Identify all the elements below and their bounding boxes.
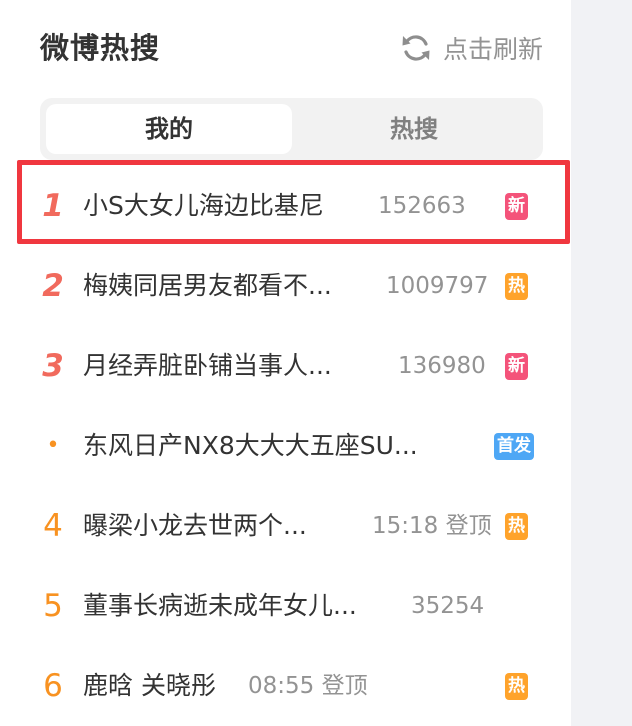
item-title: 梅姨同居男友都看不... bbox=[83, 271, 332, 300]
badge-debut: 首发 bbox=[494, 433, 534, 460]
item-heat: 1009797 bbox=[386, 273, 489, 299]
tab-bar: 我的 热搜 bbox=[40, 98, 543, 160]
item-time: 08:55 登顶 bbox=[248, 673, 368, 699]
rank-number: 4 bbox=[43, 508, 63, 544]
list-item[interactable]: 5 董事长病逝未成年女儿... 35254 bbox=[0, 566, 571, 646]
item-title: 鹿晗 关晓彤 bbox=[83, 671, 216, 700]
rank-number: 1 bbox=[42, 188, 64, 224]
rank-dot: • bbox=[46, 433, 60, 458]
refresh-label: 点击刷新 bbox=[442, 35, 543, 64]
rank-number: 2 bbox=[42, 268, 64, 304]
rank-number: 6 bbox=[43, 668, 63, 704]
rank-number: 3 bbox=[42, 348, 64, 384]
list-item-ad[interactable]: • 东风日产NX8大大大五座SU... 首发 bbox=[0, 406, 571, 486]
list-item[interactable]: 2 梅姨同居男友都看不... 1009797 热 bbox=[0, 246, 571, 326]
item-heat: 136980 bbox=[398, 353, 486, 379]
item-title: 董事长病逝未成年女儿... bbox=[83, 591, 357, 620]
list-item[interactable]: 4 曝梁小龙去世两个... 15:18 登顶 热 bbox=[0, 486, 571, 566]
list-item[interactable]: 1 小S大女儿海边比基尼 152663 新 bbox=[0, 166, 571, 246]
refresh-icon bbox=[402, 35, 430, 61]
hot-search-panel: 微博热搜 点击刷新 我的 热搜 1 小S大女儿海边比基尼 152663 新 2 … bbox=[0, 0, 571, 726]
item-heat: 35254 bbox=[411, 593, 485, 619]
list-item[interactable]: 6 鹿晗 关晓彤 08:55 登顶 热 bbox=[0, 646, 571, 726]
tab-hot-search[interactable]: 热搜 bbox=[291, 104, 537, 154]
refresh-button[interactable]: 点击刷新 bbox=[399, 26, 543, 70]
panel-title: 微博热搜 bbox=[40, 31, 161, 65]
badge-hot: 热 bbox=[505, 673, 528, 700]
item-title: 曝梁小龙去世两个... bbox=[83, 511, 307, 540]
item-heat: 152663 bbox=[378, 193, 466, 219]
item-title: 月经弄脏卧铺当事人... bbox=[83, 351, 332, 380]
rank-number: 5 bbox=[43, 588, 63, 624]
badge-new: 新 bbox=[505, 353, 528, 380]
item-title: 东风日产NX8大大大五座SU... bbox=[83, 431, 418, 460]
list-item[interactable]: 3 月经弄脏卧铺当事人... 136980 新 bbox=[0, 326, 571, 406]
badge-hot: 热 bbox=[505, 273, 528, 300]
item-title: 小S大女儿海边比基尼 bbox=[83, 191, 324, 220]
tab-mine[interactable]: 我的 bbox=[46, 104, 292, 154]
panel-header: 微博热搜 点击刷新 bbox=[40, 26, 543, 70]
badge-hot: 热 bbox=[505, 513, 528, 540]
badge-new: 新 bbox=[505, 193, 528, 220]
item-time: 15:18 登顶 bbox=[372, 513, 492, 539]
